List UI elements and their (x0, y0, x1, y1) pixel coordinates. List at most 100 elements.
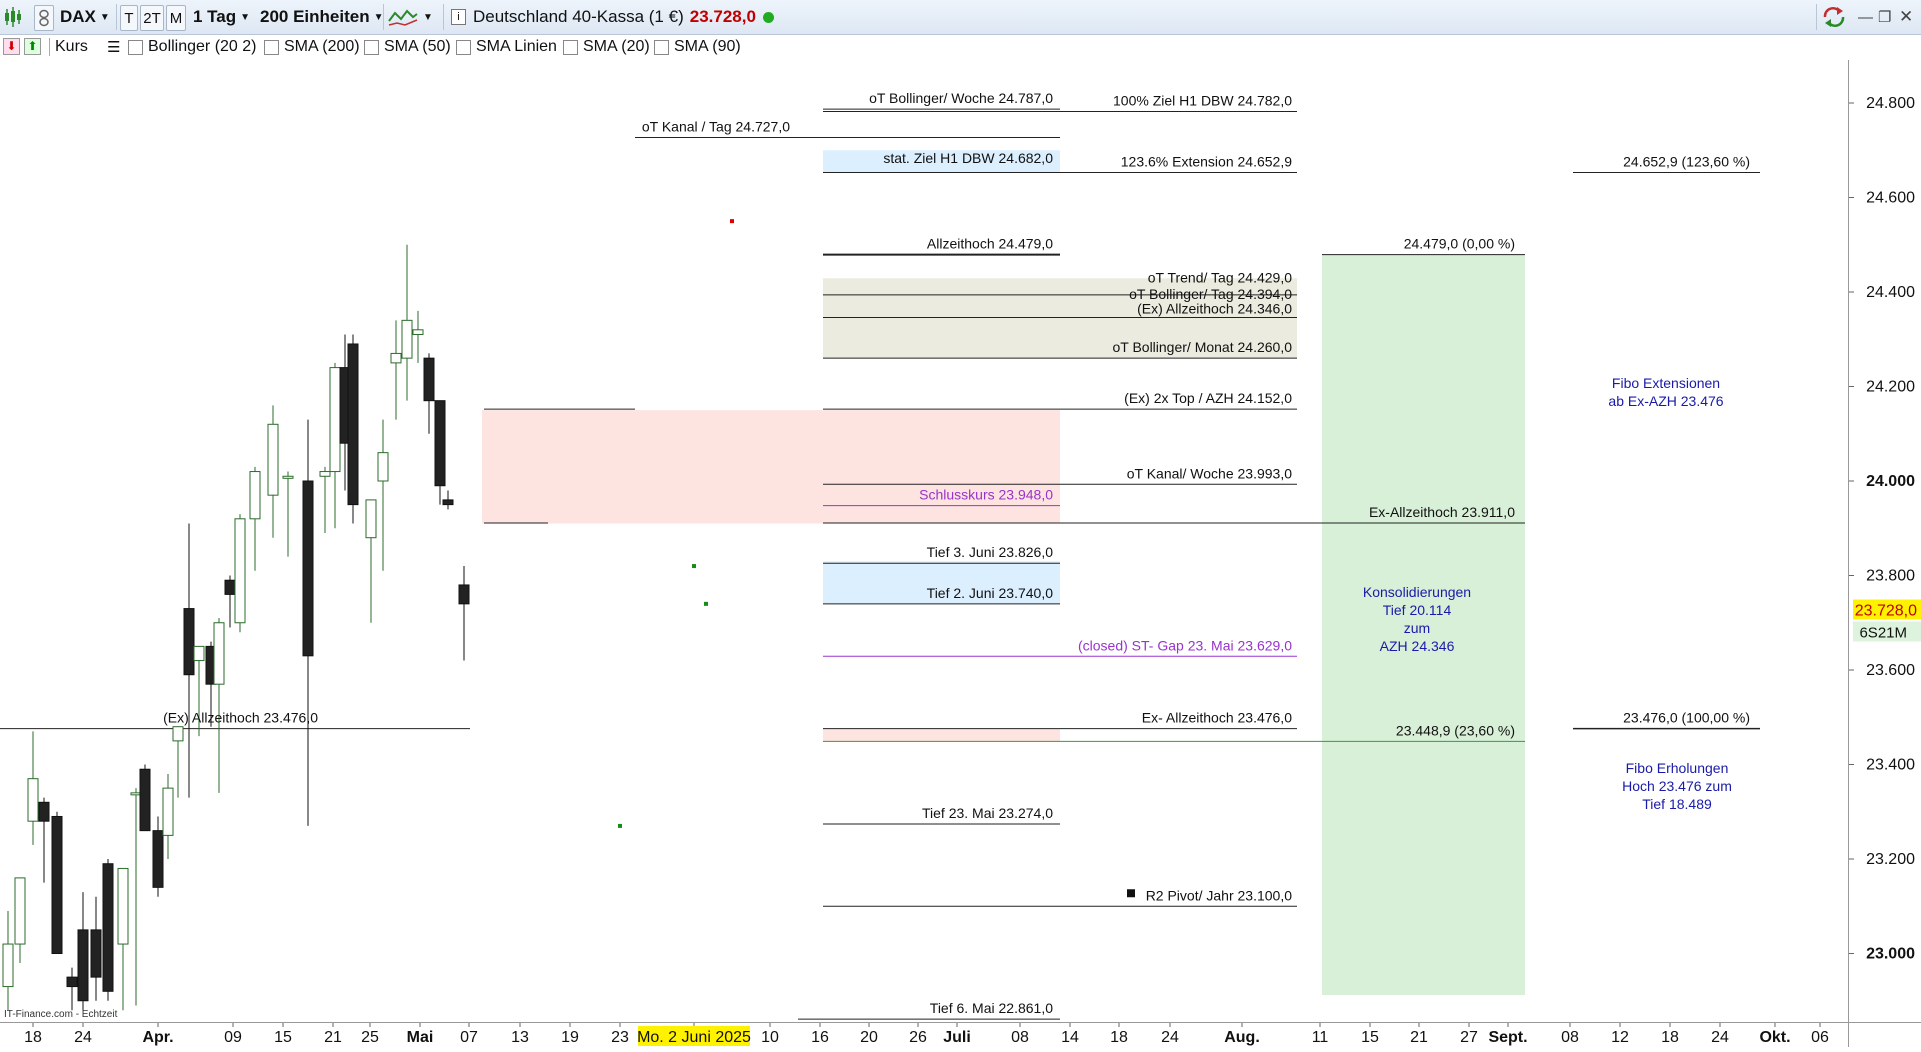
indicator-checkbox[interactable]: SMA (50) (364, 38, 451, 56)
indicator-label: Bollinger (20 2) (148, 38, 257, 55)
date-tick-label: 06 (1811, 1029, 1829, 1046)
candle-body (90, 929, 102, 978)
price-axis[interactable]: 24.800 24.600 24.400 24.200 24.000 23.800 23.6… (1848, 60, 1921, 1025)
units-dropdown[interactable]: 200 Einheiten ▼ (260, 5, 384, 29)
arrow-up-icon[interactable]: ⬆ (24, 38, 41, 55)
timeframe-t-button[interactable]: T (120, 5, 138, 31)
minimize-icon[interactable]: — (1858, 5, 1873, 29)
level-label: oT Kanal/ Woche 23.993,0 (1127, 465, 1292, 481)
toolbar-divider (443, 4, 444, 30)
level-label: Tief 23. Mai 23.274,0 (922, 805, 1053, 821)
date-tick-label: Sept. (1488, 1029, 1527, 1046)
kurs-text: Kurs (55, 38, 88, 55)
level-label: 100% Ziel H1 DBW 24.782,0 (1113, 93, 1292, 109)
price-chart[interactable]: oT Bollinger/ Woche 24.787,0 100% Ziel H1… (0, 60, 1848, 1022)
consolidation-line3: zum (1404, 620, 1430, 636)
toolbar-divider (49, 38, 50, 56)
period-label: 1 Tag (193, 7, 237, 26)
info-icon[interactable]: i (451, 5, 466, 29)
checkbox[interactable] (654, 39, 669, 55)
current-price-label: 23.728,0 (1855, 603, 1917, 620)
candle-body (365, 499, 377, 539)
date-tick-label: Okt. (1759, 1029, 1790, 1046)
indicator-chart-icon (388, 9, 418, 26)
consolidation-line4: AZH 24.346 (1380, 638, 1455, 654)
indicator-checkbox[interactable]: SMA (200) (264, 38, 360, 56)
restore-icon[interactable]: ❐ (1878, 5, 1891, 29)
checkbox[interactable] (563, 39, 578, 55)
indicator-dropdown[interactable]: ▼ (387, 5, 433, 29)
candle-body (51, 815, 63, 954)
date-tick-label: 09 (224, 1029, 242, 1046)
level-label: R2 Pivot/ Jahr 23.100,0 (1146, 887, 1293, 903)
date-tick-label: 24 (1161, 1029, 1179, 1046)
candle-body (27, 778, 39, 822)
candle-body (249, 471, 261, 520)
link-icon[interactable] (34, 5, 54, 31)
refresh-icon[interactable] (1821, 5, 1847, 29)
checkbox[interactable] (128, 39, 143, 55)
level-label: oT Trend/ Tag 24.429,0 (1148, 269, 1292, 285)
level-label: 123.6% Extension 24.652,9 (1121, 154, 1292, 170)
candle-body (390, 352, 402, 364)
checkbox[interactable] (264, 39, 279, 55)
kurs-label[interactable]: Kurs (49, 38, 88, 56)
date-tick-label: 08 (1011, 1029, 1029, 1046)
consolidation-line2: Tief 20.114 (1383, 602, 1452, 618)
price-tick-label: 23.800 (1866, 568, 1915, 585)
candle-body (442, 499, 454, 506)
checkbox[interactable] (364, 39, 379, 55)
date-tick-label: 14 (1061, 1029, 1079, 1046)
indicator-label: SMA (50) (384, 38, 451, 55)
date-tick-label: 08 (1561, 1029, 1579, 1046)
date-tick-label: Juli (943, 1029, 971, 1046)
arrow-down-icon[interactable]: ⬇ (3, 38, 20, 55)
level-label: oT Kanal / Tag 24.727,0 (642, 118, 790, 134)
indicator-checkbox[interactable]: SMA Linien (456, 38, 557, 56)
indicator-toolbar: ⬇ ⬆ Kurs ☰ Bollinger (20 2) SMA (200) SMA … (0, 35, 1921, 59)
list-icon[interactable]: ☰ (107, 38, 120, 56)
buy-signal-marker (618, 823, 622, 828)
candle-body (77, 929, 89, 1002)
chevron-down-icon: ▼ (423, 11, 433, 23)
checkbox[interactable] (456, 39, 471, 55)
fibo-recovery-line3: Tief 18.489 (1642, 796, 1712, 812)
zone-small (823, 728, 1060, 742)
price-tick-label: 23.600 (1866, 662, 1915, 679)
candle-body (377, 452, 389, 482)
indicator-checkbox[interactable]: SMA (90) (654, 38, 741, 56)
symbol-dropdown[interactable]: DAX ▼ (60, 5, 110, 29)
fibo-recovery-title: Fibo Erholungen (1626, 760, 1729, 776)
date-tick-label: 27 (1460, 1029, 1478, 1046)
timeframe-2t-button[interactable]: 2T (140, 5, 164, 31)
date-axis[interactable]: 18 24 Apr. 09 15 21 25 Mai 07 13 19 23 Mo. 2 Juni 20… (0, 1022, 1848, 1047)
fibo-recovery-line2: Hoch 23.476 zum (1622, 778, 1732, 794)
level-label: Schlusskurs 23.948,0 (919, 487, 1053, 503)
level-label: (Ex) Allzeithoch 24.346,0 (1137, 301, 1292, 317)
date-tick-label: 13 (511, 1029, 529, 1046)
date-tick-label: 21 (1410, 1029, 1428, 1046)
date-tick-label: 24 (1711, 1029, 1729, 1046)
close-icon[interactable]: ✕ (1899, 5, 1913, 29)
top-toolbar: DAX ▼ T 2T M 1 Tag ▼ 200 Einheiten ▼ ▼ i De… (0, 0, 1921, 35)
units-label: 200 Einheiten (260, 7, 370, 26)
indicator-label: SMA Linien (476, 38, 557, 55)
indicator-checkbox[interactable]: SMA (20) (563, 38, 650, 56)
candle-body (2, 943, 14, 988)
chart-style-icon[interactable] (4, 5, 22, 29)
axis-corner (1848, 1022, 1921, 1047)
period-dropdown[interactable]: 1 Tag ▼ (193, 5, 250, 29)
toolbar-divider (116, 4, 117, 30)
candle-body (102, 863, 114, 992)
candle-body (224, 579, 236, 595)
timeframe-m-button[interactable]: M (166, 5, 186, 31)
date-tick-label: 15 (1361, 1029, 1379, 1046)
level-label: 23.476,0 (100,00 %) (1623, 710, 1750, 726)
date-tick-label: Apr. (142, 1029, 173, 1046)
date-tick-label: 18 (24, 1029, 42, 1046)
level-label: Ex- Allzeithoch 23.476,0 (1142, 710, 1292, 726)
consolidation-title: Konsolidierungen (1363, 584, 1471, 600)
indicator-checkbox[interactable]: Bollinger (20 2) (128, 38, 257, 56)
candle-body (267, 423, 279, 496)
chevron-down-icon: ▼ (240, 11, 251, 23)
